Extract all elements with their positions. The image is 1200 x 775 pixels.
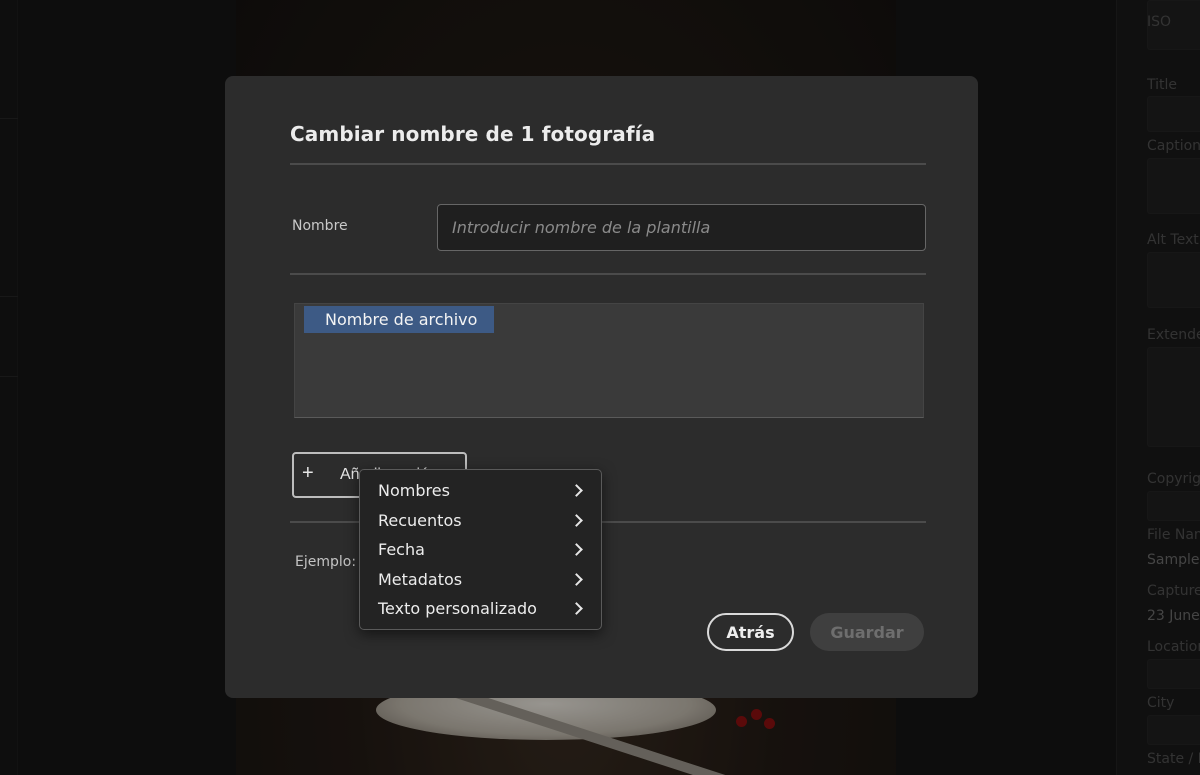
- menu-item-label: Texto personalizado: [378, 599, 537, 619]
- menu-item-texto-personalizado[interactable]: Texto personalizado: [360, 594, 601, 624]
- menu-item-nombres[interactable]: Nombres: [360, 476, 601, 506]
- chevron-right-icon: [570, 484, 583, 497]
- example-label: Ejemplo:: [295, 554, 357, 570]
- filename-template-editor[interactable]: Nombre de archivo: [294, 303, 924, 418]
- menu-item-label: Recuentos: [378, 510, 462, 530]
- menu-item-label: Nombres: [378, 481, 450, 500]
- divider: [290, 163, 926, 165]
- chevron-right-icon: [570, 543, 583, 557]
- chevron-right-icon: [570, 513, 583, 527]
- menu-item-recuentos[interactable]: Recuentos: [360, 506, 601, 536]
- app-root: ISO Title Caption Alt Text Extended Copy…: [0, 0, 1200, 775]
- plus-icon: +: [302, 462, 314, 484]
- menu-item-metadatos[interactable]: Metadatos: [360, 565, 601, 595]
- save-button[interactable]: Guardar: [810, 613, 924, 651]
- divider: [290, 273, 926, 275]
- chevron-right-icon: [570, 602, 583, 616]
- template-name-label: Nombre: [292, 218, 348, 234]
- chevron-right-icon: [570, 572, 583, 586]
- dialog-title: Cambiar nombre de 1 fotografía: [290, 122, 656, 146]
- menu-item-label: Metadatos: [378, 569, 463, 589]
- token-file-name[interactable]: Nombre de archivo: [304, 306, 494, 333]
- template-name-input[interactable]: [437, 204, 926, 251]
- menu-item-fecha[interactable]: Fecha: [360, 535, 601, 565]
- back-button[interactable]: Atrás: [707, 613, 794, 651]
- menu-item-label: Fecha: [378, 540, 425, 560]
- add-option-menu: Nombres Recuentos Fecha Metadatos Texto …: [359, 469, 602, 630]
